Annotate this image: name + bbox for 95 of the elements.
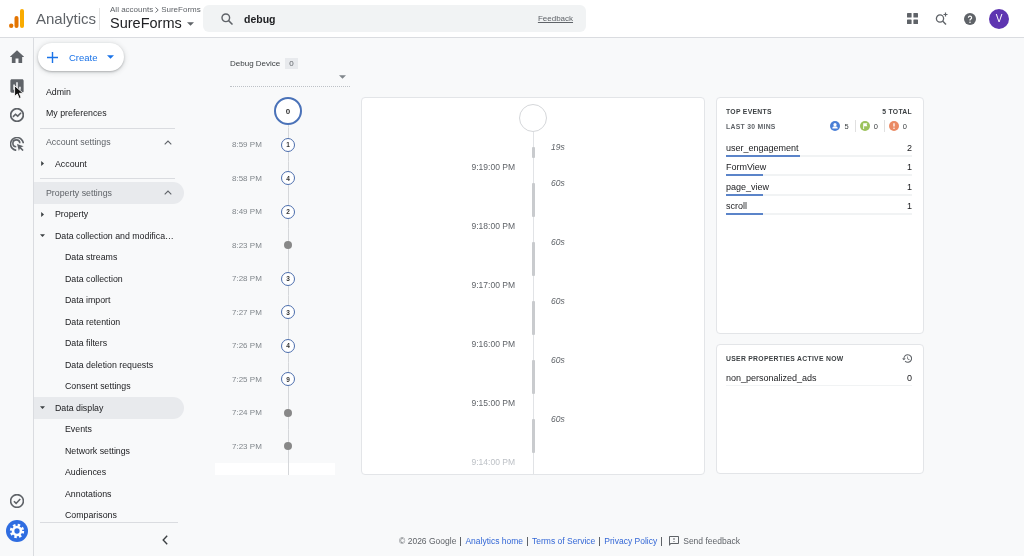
caret-down-icon [186, 21, 194, 26]
sidebar-item[interactable]: Data retention [34, 311, 184, 333]
caret-down-icon [40, 233, 45, 239]
event-name[interactable]: page_view [726, 181, 770, 192]
sidebar-item[interactable]: Audiences [34, 461, 184, 483]
help-icon[interactable] [964, 12, 976, 25]
event-name[interactable]: scroll [726, 200, 747, 211]
product-name: Analytics [36, 10, 97, 27]
target-icon[interactable] [9, 137, 24, 151]
sidebar-item[interactable]: Data streams [34, 246, 184, 268]
sidebar-item[interactable]: Consent settings [34, 375, 184, 397]
duration-label: 60s [551, 235, 565, 248]
minute-time: 7:26 PM [232, 341, 262, 351]
breadcrumb-link[interactable]: All accounts [110, 5, 154, 15]
sidebar-item[interactable]: Data collection [34, 268, 184, 290]
duration-label: 60s [551, 412, 565, 425]
sidebar-item[interactable]: Admin [34, 81, 184, 103]
minute-time: 8:23 PM [232, 240, 262, 250]
timeline-dot-icon [284, 442, 292, 451]
sidebar-item[interactable]: Data deletion requests [34, 354, 184, 376]
chevron-up-icon [164, 139, 172, 145]
plus-icon [47, 51, 58, 63]
sidebar-item[interactable]: Property [34, 203, 184, 225]
sidebar-item[interactable]: Comparisons [34, 504, 184, 522]
minute-time: 8:59 PM [232, 140, 262, 150]
property-value: 0 [907, 373, 912, 383]
breadcrumb-link[interactable]: SureForms [161, 5, 201, 15]
sidebar-item[interactable]: Account [34, 153, 184, 175]
property-picker[interactable]: SureForms [110, 15, 194, 32]
caret-right-icon [40, 211, 45, 217]
section-header[interactable]: Property settings [34, 182, 184, 204]
minute-mark-time: 9:17:00 PM [471, 278, 515, 292]
sidebar-item[interactable]: Annotations [34, 483, 184, 505]
chevron-right-icon [155, 7, 160, 13]
minute-mark-time: 9:15:00 PM [471, 396, 515, 410]
footer-link[interactable]: Privacy Policy [604, 536, 658, 546]
sidebar-item[interactable]: Data import [34, 289, 184, 311]
duration-label: 60s [551, 294, 565, 307]
timeline-dot-icon [284, 408, 292, 417]
send-feedback-link[interactable]: Send feedback [669, 536, 740, 546]
footer-link[interactable]: Analytics home [465, 536, 523, 546]
event-name[interactable]: FormView [726, 162, 767, 173]
stream-start-circle-icon [519, 104, 547, 132]
footer-link[interactable]: Terms of Service [532, 536, 596, 546]
search-field[interactable]: debug Feedback [203, 5, 587, 32]
sidebar-item[interactable]: Data filters [34, 332, 184, 354]
search-icon [221, 12, 234, 25]
cursor-icon [14, 85, 24, 99]
device-count-badge: 0 [285, 57, 298, 69]
logo-icon [9, 9, 24, 28]
history-icon[interactable] [902, 353, 912, 363]
chevron-left-icon[interactable] [162, 534, 168, 545]
sidebar-item[interactable]: Events [34, 418, 184, 440]
section-header[interactable]: Account settings [34, 131, 184, 153]
event-count: 1 [907, 181, 912, 192]
feedback-link[interactable]: Feedback [537, 14, 574, 23]
copyright-text: © 2026 Google [399, 536, 457, 546]
caret-down-icon [106, 55, 114, 59]
minute-mark-time: 9:16:00 PM [471, 337, 515, 351]
current-minute-count[interactable]: 0 [274, 97, 302, 125]
minute-mark-time: 9:18:00 PM [471, 219, 515, 233]
event-count: 2 [907, 143, 912, 153]
sidebar-item[interactable]: Data display [34, 397, 184, 419]
caret-down-icon [40, 405, 45, 411]
minute-time: 8:49 PM [232, 207, 262, 217]
timeline-dot-icon [284, 241, 292, 250]
sidebar-item[interactable]: My preferences [34, 102, 184, 124]
minute-time: 8:58 PM [232, 173, 262, 183]
duration-label: 60s [551, 176, 565, 189]
property-name: non_personalized_ads [726, 373, 817, 383]
device-label: Debug Device [230, 58, 281, 68]
home-icon[interactable] [9, 50, 24, 64]
minute-mark-time: 9:14:00 PM [471, 455, 515, 469]
minute-time: 7:25 PM [232, 374, 262, 384]
minute-mark-time: 9:19:00 PM [471, 160, 515, 174]
grid-icon[interactable] [907, 13, 918, 24]
feedback-icon [669, 536, 680, 546]
avatar[interactable]: V [989, 8, 1009, 29]
settings-icon[interactable] [5, 520, 28, 542]
event-count: 1 [907, 162, 912, 173]
minute-time: 7:28 PM [232, 274, 262, 284]
minute-time: 7:27 PM [232, 307, 262, 317]
duration-label: 60s [551, 353, 565, 366]
minute-time: 7:23 PM [232, 441, 262, 451]
caret-down-icon [339, 75, 346, 79]
sidebar-item[interactable]: Data collection and modifica… [34, 225, 184, 247]
event-name[interactable]: user_engagement [726, 143, 799, 153]
chevron-up-icon [164, 190, 172, 196]
search-sparkle-icon[interactable] [935, 12, 948, 25]
duration-label: 19s [551, 141, 565, 153]
create-button[interactable]: Create [38, 43, 124, 71]
caret-right-icon [40, 161, 45, 167]
sidebar-item[interactable]: Network settings [34, 440, 184, 462]
minute-time: 7:24 PM [232, 408, 262, 418]
event-count: 1 [907, 200, 912, 211]
